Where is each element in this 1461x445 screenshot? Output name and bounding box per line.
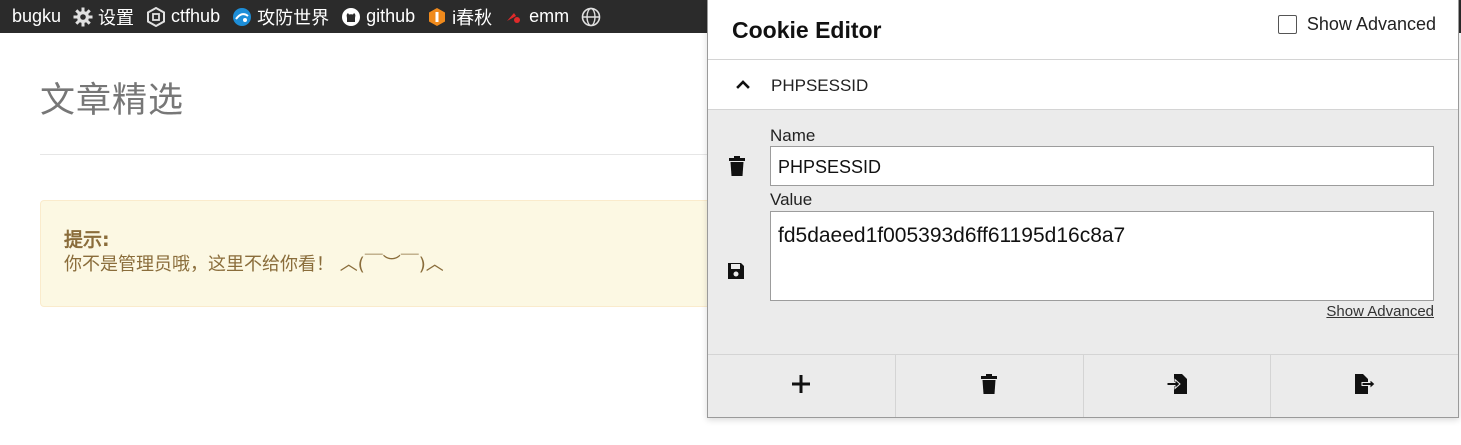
bookmark-label: i春秋 — [452, 7, 493, 28]
show-advanced-checkbox[interactable] — [1277, 15, 1297, 34]
value-field[interactable]: fd5daeed1f005393d6ff61195d16c8a7 — [770, 211, 1434, 301]
ichunqiu-icon — [427, 7, 447, 27]
bookmark-gongfang[interactable]: 攻防世界 — [226, 0, 335, 33]
cookie-editor-popup: Cookie Editor Show Advanced PHPSESSID Na… — [707, 0, 1459, 418]
bookmark-settings[interactable]: 设置 — [67, 0, 140, 33]
bookmark-globe[interactable] — [575, 0, 612, 33]
export-icon — [1354, 373, 1376, 400]
popup-header: Cookie Editor Show Advanced — [708, 0, 1458, 60]
add-cookie-button[interactable] — [708, 355, 896, 417]
bookmark-ichunqiu[interactable]: i春秋 — [421, 0, 498, 33]
trash-icon — [979, 373, 999, 400]
bookmark-ctfhub[interactable]: ctfhub — [140, 0, 226, 33]
bookmark-github[interactable]: github — [335, 0, 421, 33]
github-icon — [341, 7, 361, 27]
alert-message: 你不是管理员哦，这里不给你看！ ︿(￣︶￣)︿ — [64, 254, 444, 275]
delete-all-button[interactable] — [896, 355, 1084, 417]
bookmark-emm[interactable]: emm — [498, 0, 575, 33]
popup-title: Cookie Editor — [732, 17, 882, 43]
chevron-up-icon[interactable] — [734, 75, 752, 93]
show-advanced-link[interactable]: Show Advanced — [1326, 303, 1434, 320]
globe-blue-icon — [232, 7, 252, 27]
cookie-header-phpsessid[interactable]: PHPSESSID — [708, 61, 1458, 110]
value-label: Value — [770, 190, 813, 209]
alert-title: 提示: — [64, 229, 110, 251]
bookmark-label: 设置 — [98, 7, 135, 28]
show-advanced-toggle[interactable]: Show Advanced — [1277, 14, 1436, 35]
name-label: Name — [770, 126, 816, 145]
bookmark-label: github — [366, 6, 416, 26]
ctfhub-icon — [146, 6, 166, 27]
emm-icon — [504, 7, 524, 27]
export-button[interactable] — [1271, 355, 1458, 417]
page-title: 文章精选 — [40, 81, 185, 121]
add-icon — [791, 374, 811, 399]
bookmark-label: bugku — [12, 6, 62, 26]
cookie-name-header: PHPSESSID — [771, 76, 869, 95]
bookmark-label: emm — [529, 6, 570, 26]
popup-footer — [708, 354, 1458, 417]
globe-icon — [581, 7, 601, 27]
show-advanced-label: Show Advanced — [1306, 14, 1436, 34]
import-button[interactable] — [1084, 355, 1272, 417]
bookmark-bugku[interactable]: bugku — [6, 0, 67, 33]
delete-cookie-icon[interactable] — [727, 155, 747, 177]
save-icon[interactable] — [726, 261, 746, 281]
name-field[interactable]: PHPSESSID — [770, 146, 1434, 186]
import-icon — [1166, 373, 1188, 400]
divider — [40, 154, 740, 155]
bookmark-label: 攻防世界 — [257, 7, 330, 28]
cookie-details: Name PHPSESSID Value fd5daeed1f005393d6f… — [708, 110, 1458, 354]
gear-icon — [73, 7, 93, 27]
warning-alert: 提示: 你不是管理员哦，这里不给你看！ ︿(￣︶￣)︿ — [40, 200, 760, 307]
bookmark-label: ctfhub — [171, 6, 221, 26]
